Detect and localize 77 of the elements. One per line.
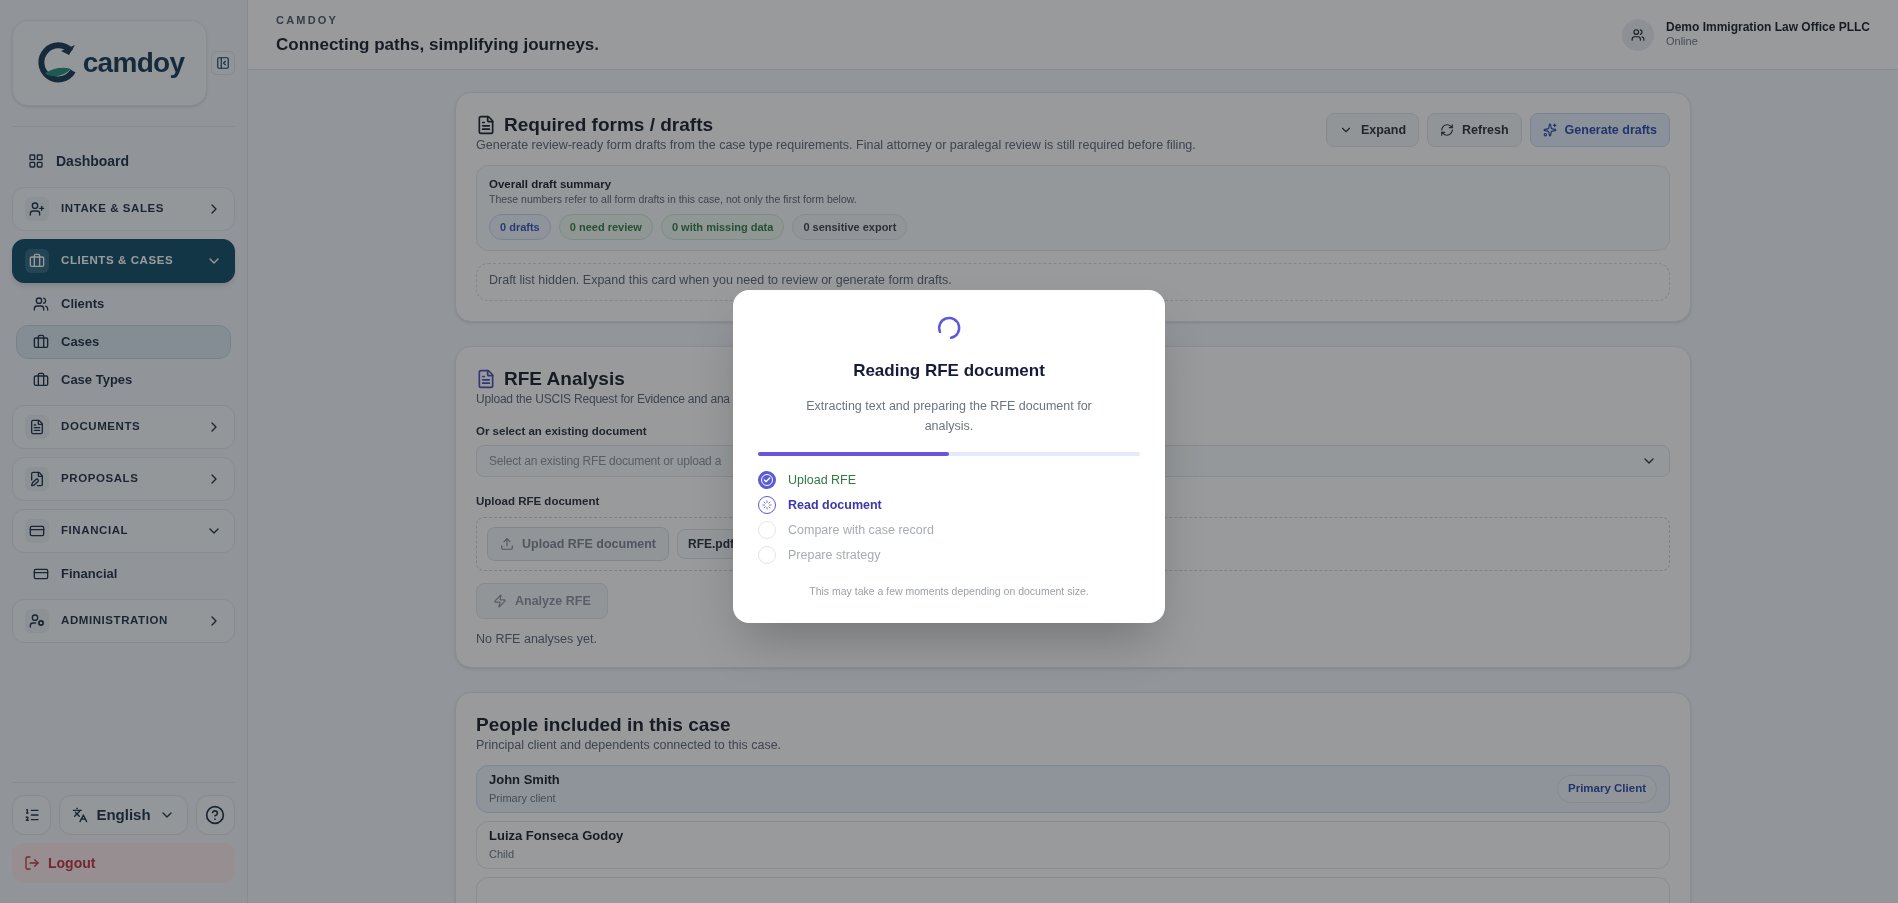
card-description: Principal client and dependents connected to this case. <box>476 737 783 753</box>
grid-icon <box>28 153 44 169</box>
nav-subitem[interactable]: Cases <box>16 325 231 359</box>
card-title: People included in this case <box>476 713 732 737</box>
user-gear-icon <box>29 613 45 629</box>
dialog-note: This may take a few moments depending on document size. <box>809 583 1089 599</box>
nav-subitem[interactable]: Case Types <box>16 363 231 397</box>
avatar-icon <box>1621 18 1654 51</box>
account-name: Demo Immigration Law Office PLLC <box>1665 20 1870 36</box>
translate-icon <box>72 807 89 823</box>
document-icon <box>29 419 45 435</box>
step-label: Compare with case record <box>788 521 934 539</box>
briefcase-icon <box>33 372 49 388</box>
list-icon <box>23 807 40 823</box>
empty-message: No RFE analyses yet. <box>476 631 598 647</box>
dialog-title: Reading RFE document <box>853 360 1045 382</box>
nav-group[interactable]: PROPOSALS <box>12 457 235 501</box>
spinner-icon <box>935 314 963 342</box>
count-badge: 0 need review <box>558 214 653 240</box>
logo-text: camdoy <box>82 46 185 80</box>
nav-group[interactable]: DOCUMENTS <box>12 405 235 449</box>
card-title: RFE Analysis <box>504 367 625 391</box>
lightning-icon <box>493 594 507 608</box>
list-button[interactable] <box>12 795 52 835</box>
field-label: Upload RFE document <box>476 494 600 509</box>
nav-group[interactable]: ADMINISTRATION <box>12 599 235 643</box>
brand-label: CAMDOY <box>276 12 340 28</box>
card-description: Upload the USCIS Request for Evidence and ana <box>476 391 730 407</box>
step-label: Read document <box>788 496 882 514</box>
nav-group[interactable]: CLIENTS & CASES <box>12 239 235 283</box>
person-row[interactable]: Luiza Fonseca Godoy Child <box>476 821 1670 869</box>
nav-subitem[interactable]: Financial <box>16 557 231 591</box>
count-badge: 0 drafts <box>489 214 551 240</box>
collapse-sidebar-button[interactable] <box>211 51 235 75</box>
card-description: Generate review-ready form drafts from the case type requirements. Final attorney or paralegal review is still required before filing. <box>476 137 1197 153</box>
user-plus-icon <box>29 201 45 217</box>
role-badge: Primary Client <box>1557 775 1657 803</box>
toolbar-button[interactable]: Generate drafts <box>1529 113 1670 147</box>
summary-title: Overall draft summary <box>489 177 613 192</box>
person-name: Luiza Fonseca Godoy <box>489 828 625 844</box>
summary-note: These numbers refer to all form drafts in this case, not only the first form below. <box>489 192 858 206</box>
field-label: Or select an existing document <box>476 424 647 439</box>
tagline: Connecting paths, simplifying journeys. <box>276 34 600 56</box>
step-label: Upload RFE <box>788 471 857 489</box>
card-icon <box>33 566 49 582</box>
toolbar-button[interactable]: Refresh <box>1427 113 1522 147</box>
card-icon <box>29 523 45 539</box>
document-pen-icon <box>29 471 45 487</box>
person-name: John Smith <box>489 772 561 788</box>
nav-subitem[interactable]: Clients <box>16 287 231 321</box>
briefcase-icon <box>29 253 45 269</box>
account-status: Online <box>1665 35 1699 49</box>
card-title: Required forms / drafts <box>504 113 714 137</box>
help-button[interactable] <box>195 795 235 835</box>
nav-group[interactable]: INTAKE & SALES <box>12 187 235 231</box>
toolbar-button[interactable]: Expand <box>1325 113 1420 147</box>
person-row[interactable]: John Smith Primary client Primary Client <box>476 765 1670 813</box>
help-icon <box>205 805 226 825</box>
step-label: Prepare strategy <box>788 546 881 564</box>
logout-button[interactable]: Logout <box>12 843 235 883</box>
document-icon <box>476 115 496 135</box>
person-role: Child <box>489 847 516 862</box>
dialog-description: Extracting text and preparing the RFE document for analysis. <box>805 397 1093 435</box>
sparkle-icon <box>1542 123 1557 137</box>
upload-icon <box>500 537 514 551</box>
person-role: Primary client <box>489 791 557 806</box>
panel-collapse-icon <box>216 56 231 70</box>
users-icon <box>33 296 49 312</box>
count-badge: 0 with missing data <box>660 214 785 240</box>
refresh-icon <box>1440 123 1455 137</box>
count-badge: 0 sensitive export <box>792 214 908 240</box>
document-icon <box>476 369 496 389</box>
briefcase-icon <box>33 334 49 350</box>
language-select[interactable]: English <box>59 795 188 835</box>
nav-item[interactable]: Dashboard <box>12 143 235 179</box>
nav-group[interactable]: FINANCIAL <box>12 509 235 553</box>
logout-icon <box>24 855 40 871</box>
